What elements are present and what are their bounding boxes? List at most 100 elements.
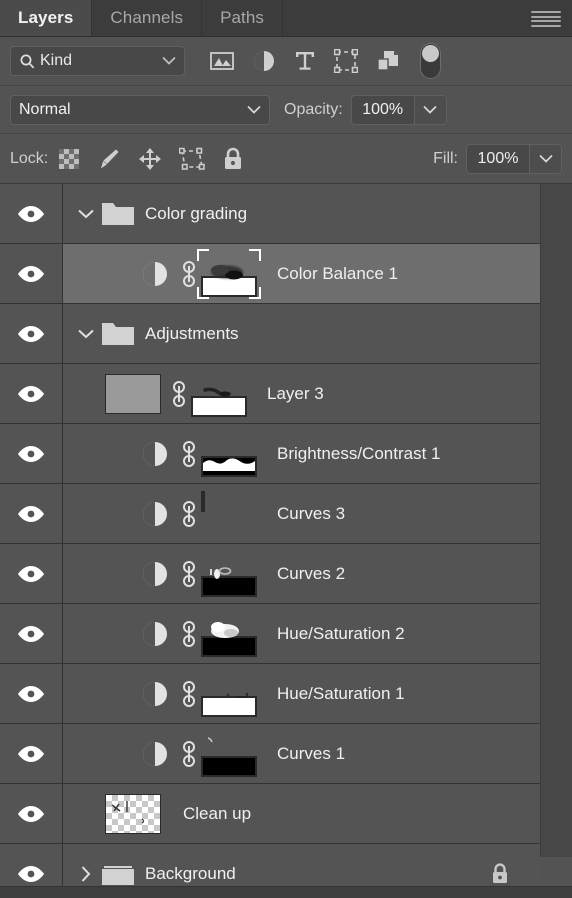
layer-thumbnail[interactable]: [105, 373, 161, 414]
layer-visibility-toggle[interactable]: [0, 664, 63, 723]
tab-paths[interactable]: Paths: [202, 0, 284, 36]
layer-row-brightness-contrast-1[interactable]: Brightness/Contrast 1: [0, 424, 540, 484]
layer-mask-link-icon[interactable]: [177, 499, 201, 529]
layer-name[interactable]: Adjustments: [145, 324, 239, 344]
layer-locked-icon[interactable]: [490, 862, 510, 885]
lock-position-icon[interactable]: [138, 147, 162, 171]
layer-row-body[interactable]: Color grading: [63, 184, 540, 243]
smart-object-filter-icon[interactable]: [376, 49, 400, 73]
layer-name[interactable]: Color Balance 1: [277, 264, 398, 284]
group-expand-chevron-down-icon[interactable]: [73, 209, 99, 219]
filter-enable-toggle[interactable]: [420, 43, 441, 79]
layer-row-body[interactable]: Hue/Saturation 1: [63, 664, 540, 723]
layer-name[interactable]: Curves 3: [277, 504, 345, 524]
layer-row-hue-saturation-1[interactable]: Hue/Saturation 1: [0, 664, 540, 724]
layer-name[interactable]: Color grading: [145, 204, 247, 224]
adjustment-layer-icon[interactable]: [133, 440, 177, 468]
layer-row-body[interactable]: Color Balance 1: [63, 244, 540, 303]
adjustment-layer-icon[interactable]: [133, 260, 177, 288]
fill-value[interactable]: 100%: [467, 144, 529, 173]
layer-name[interactable]: Hue/Saturation 2: [277, 624, 405, 644]
layer-mask-thumbnail[interactable]: [201, 490, 257, 535]
group-expand-chevron-right-icon[interactable]: [73, 865, 99, 882]
layer-mask-link-icon[interactable]: [177, 559, 201, 589]
layer-mask-thumbnail[interactable]: [201, 433, 257, 477]
opacity-field[interactable]: 100%: [350, 94, 447, 125]
layer-visibility-toggle[interactable]: [0, 244, 63, 303]
layer-mask-link-icon[interactable]: [177, 679, 201, 709]
layer-mask-link-icon[interactable]: [177, 619, 201, 649]
layer-name[interactable]: Clean up: [183, 804, 251, 824]
tab-channels[interactable]: Channels: [92, 0, 203, 36]
layer-row-body[interactable]: Brightness/Contrast 1: [63, 424, 540, 483]
layer-row-body[interactable]: Layer 3: [63, 364, 540, 423]
layer-row-clean-up[interactable]: Clean up: [0, 784, 540, 844]
layer-mask-thumbnail[interactable]: [201, 673, 257, 717]
layer-row-layer-3[interactable]: Layer 3: [0, 364, 540, 424]
tab-bar-filler: [283, 0, 572, 36]
shape-layer-filter-icon[interactable]: [334, 49, 358, 73]
layer-visibility-toggle[interactable]: [0, 484, 63, 543]
adjustment-layer-icon[interactable]: [133, 680, 177, 708]
layer-row-color-grading[interactable]: Color grading: [0, 184, 540, 244]
layer-row-curves-1[interactable]: Curves 1: [0, 724, 540, 784]
layer-row-body[interactable]: Curves 3: [63, 484, 540, 543]
layer-row-body[interactable]: Hue/Saturation 2: [63, 604, 540, 663]
layer-row-hue-saturation-2[interactable]: Hue/Saturation 2: [0, 604, 540, 664]
layer-mask-link-icon[interactable]: [177, 739, 201, 769]
layer-thumbnail[interactable]: [105, 793, 161, 834]
hamburger-menu-icon[interactable]: [531, 11, 561, 27]
layer-list[interactable]: Color grading Color Balance 1 Adjustment…: [0, 184, 572, 898]
adjustment-layer-icon[interactable]: [133, 500, 177, 528]
adjustment-layer-icon[interactable]: [133, 560, 177, 588]
layer-name[interactable]: Curves 1: [277, 744, 345, 764]
layer-mask-link-icon[interactable]: [167, 379, 191, 409]
blend-mode-dropdown[interactable]: Normal: [10, 94, 270, 125]
lock-image-pixels-icon[interactable]: [97, 147, 121, 171]
prevent-nesting-icon[interactable]: [179, 147, 205, 171]
layer-visibility-toggle[interactable]: [0, 424, 63, 483]
layer-visibility-toggle[interactable]: [0, 784, 63, 843]
layer-row-curves-2[interactable]: Curves 2: [0, 544, 540, 604]
layer-name[interactable]: Layer 3: [267, 384, 324, 404]
fill-dropdown-arrow[interactable]: [529, 144, 561, 173]
layer-row-adjustments[interactable]: Adjustments: [0, 304, 540, 364]
adjustment-layer-icon[interactable]: [133, 620, 177, 648]
opacity-value[interactable]: 100%: [351, 95, 414, 124]
lock-transparent-pixels-icon[interactable]: [58, 148, 80, 170]
type-layer-filter-icon[interactable]: [294, 49, 316, 73]
fill-field[interactable]: 100%: [466, 143, 562, 174]
filter-kind-dropdown[interactable]: Kind: [10, 46, 185, 76]
adjustment-layer-icon[interactable]: [133, 740, 177, 768]
layer-mask-thumbnail[interactable]: [201, 733, 257, 777]
adjustment-layer-filter-icon[interactable]: [252, 49, 276, 73]
group-expand-chevron-down-icon[interactable]: [73, 329, 99, 339]
layer-visibility-toggle[interactable]: [0, 304, 63, 363]
layer-visibility-toggle[interactable]: [0, 364, 63, 423]
layer-mask-link-icon[interactable]: [177, 259, 201, 289]
layer-row-body[interactable]: Curves 2: [63, 544, 540, 603]
layer-visibility-toggle[interactable]: [0, 544, 63, 603]
layer-name[interactable]: Hue/Saturation 1: [277, 684, 405, 704]
layer-visibility-toggle[interactable]: [0, 724, 63, 783]
layer-name[interactable]: Curves 2: [277, 564, 345, 584]
layer-row-body[interactable]: Curves 1: [63, 724, 540, 783]
opacity-dropdown-arrow[interactable]: [413, 95, 446, 124]
layer-row-curves-3[interactable]: Curves 3: [0, 484, 540, 544]
layer-visibility-toggle[interactable]: [0, 184, 63, 243]
layer-mask-thumbnail[interactable]: [201, 553, 257, 597]
tab-layers[interactable]: Layers: [0, 0, 93, 36]
layer-row-body[interactable]: Adjustments: [63, 304, 540, 363]
layer-mask-thumbnail[interactable]: [191, 373, 247, 417]
layer-row-body[interactable]: Clean up: [63, 784, 540, 843]
layer-visibility-toggle[interactable]: [0, 604, 63, 663]
layer-name[interactable]: Background: [145, 864, 236, 884]
lock-all-icon[interactable]: [222, 147, 244, 171]
layer-mask-link-icon[interactable]: [177, 439, 201, 469]
layer-mask-thumbnail[interactable]: [197, 248, 261, 299]
layer-row-color-balance-1[interactable]: Color Balance 1: [0, 244, 540, 304]
layer-name[interactable]: Brightness/Contrast 1: [277, 444, 440, 464]
layer-mask-thumbnail[interactable]: [201, 613, 257, 657]
layer-list-scrollbar[interactable]: [540, 184, 572, 857]
pixel-layer-filter-icon[interactable]: [210, 50, 234, 72]
